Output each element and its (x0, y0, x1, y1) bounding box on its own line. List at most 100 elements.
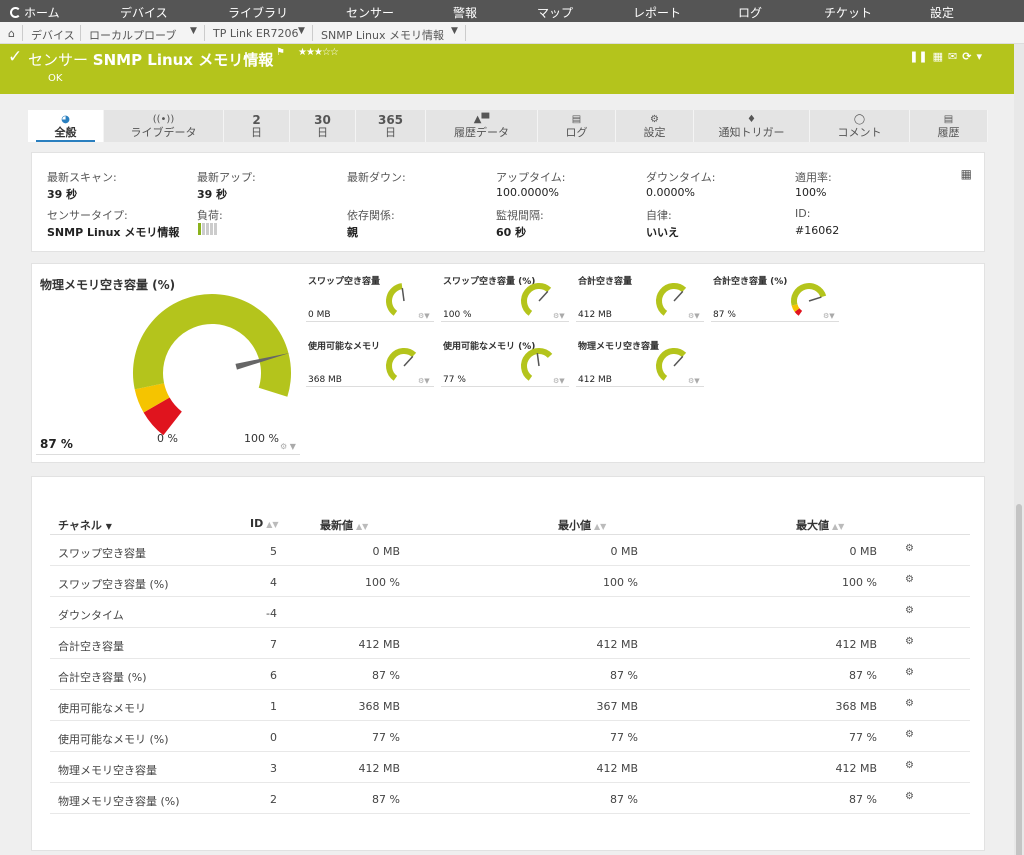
table-row[interactable]: 物理メモリ空き容量 (%) 2 87 % 87 % 87 % ⚙ (50, 783, 970, 814)
max-value: 368 MB (835, 700, 877, 713)
gauge-settings-icon[interactable]: ⚙ ▼ (280, 442, 296, 451)
col-channel[interactable]: チャネル ▼ (58, 517, 112, 533)
nav-alarms[interactable]: 警報 (453, 4, 477, 21)
tab-log[interactable]: ▤ ログ (538, 110, 616, 142)
coverage-label: 適用率: (795, 171, 832, 184)
channel-name[interactable]: 使用可能なメモリ (58, 700, 146, 716)
autonomous-label: 自律: (646, 209, 672, 222)
channel-name[interactable]: スワップ空き容量 (58, 545, 146, 561)
channel-name[interactable]: 合計空き容量 (58, 638, 124, 654)
chevron-down-icon[interactable]: ▾ (976, 50, 982, 63)
mini-gauge-value: 368 MB (308, 375, 342, 385)
last-value: 0 MB (372, 545, 400, 558)
channel-settings-icon[interactable]: ⚙ (905, 667, 914, 678)
tab-2-days[interactable]: 2 日 (224, 110, 290, 142)
channel-name[interactable]: ダウンタイム (58, 607, 124, 623)
priority-stars[interactable]: ★★★☆☆ (298, 47, 339, 58)
mini-gauge-dial (791, 283, 827, 316)
tab-notification-triggers[interactable]: ♦ 通知トリガー (694, 110, 810, 142)
breadcrumb-divider (465, 25, 466, 41)
mini-gauge[interactable]: 合計空き容量 (%) 87 % ⚙▼ (711, 274, 839, 322)
channel-settings-icon[interactable]: ⚙ (905, 605, 914, 616)
col-max[interactable]: 最大値 ▲▼ (796, 517, 844, 533)
breadcrumb: ⌂ デバイス ローカルプローブ ▼ TP Link ER7206 ▼ SNMP … (0, 22, 1024, 44)
table-row[interactable]: ダウンタイム -4 ⚙ (50, 597, 970, 628)
nav-devices[interactable]: デバイス (120, 4, 168, 21)
tab-historic-data[interactable]: ▲▀ 履歴データ (426, 110, 538, 142)
chevron-down-icon[interactable]: ▼ (298, 26, 305, 36)
export-icon[interactable]: ▦ (933, 50, 943, 63)
tab-365-days[interactable]: 365 日 (356, 110, 426, 142)
breadcrumb-probe[interactable]: ローカルプローブ (89, 27, 176, 43)
pause-icon[interactable]: ❚❚ (909, 50, 927, 63)
nav-reports[interactable]: レポート (633, 4, 681, 21)
chevron-down-icon[interactable]: ▼ (190, 26, 197, 36)
mini-gauge[interactable]: 使用可能なメモリ (%) 77 % ⚙▼ (441, 339, 569, 387)
channel-settings-icon[interactable]: ⚙ (905, 543, 914, 554)
max-value: 77 % (849, 731, 877, 744)
gauge-arc (656, 283, 687, 316)
tab-settings[interactable]: ⚙ 設定 (616, 110, 694, 142)
table-row[interactable]: 物理メモリ空き容量 3 412 MB 412 MB 412 MB ⚙ (50, 752, 970, 783)
breadcrumb-sensor[interactable]: SNMP Linux メモリ情報 (321, 27, 444, 43)
tab-live-data[interactable]: ((•)) ライブデータ (104, 110, 224, 142)
min-value: 87 % (610, 669, 638, 682)
home-icon[interactable]: ⌂ (8, 27, 15, 40)
sort-icon: ▲▼ (356, 522, 369, 531)
channel-settings-icon[interactable]: ⚙ (905, 791, 914, 802)
table-row[interactable]: スワップ空き容量 (%) 4 100 % 100 % 100 % ⚙ (50, 566, 970, 597)
tab-overview[interactable]: ◕ 全般 (28, 110, 104, 142)
col-id[interactable]: ID ▲▼ (250, 517, 279, 530)
table-row[interactable]: 合計空き容量 (%) 6 87 % 87 % 87 % ⚙ (50, 659, 970, 690)
channel-id: 7 (270, 638, 277, 651)
channel-settings-icon[interactable]: ⚙ (905, 729, 914, 740)
nav-library[interactable]: ライブラリ (228, 4, 288, 21)
table-row[interactable]: スワップ空き容量 5 0 MB 0 MB 0 MB ⚙ (50, 535, 970, 566)
mini-gauge[interactable]: 物理メモリ空き容量 412 MB ⚙▼ (576, 339, 704, 387)
gauge-arc (521, 283, 552, 316)
table-row[interactable]: 合計空き容量 7 412 MB 412 MB 412 MB ⚙ (50, 628, 970, 659)
downtime-value: 0.0000% (646, 186, 695, 199)
channel-settings-icon[interactable]: ⚙ (905, 698, 914, 709)
channel-name[interactable]: 使用可能なメモリ (%) (58, 731, 169, 747)
channel-settings-icon[interactable]: ⚙ (905, 760, 914, 771)
nav-setup[interactable]: 設定 (930, 4, 954, 21)
email-icon[interactable]: ✉ (948, 50, 957, 63)
col-last-value[interactable]: 最新値 ▲▼ (320, 517, 368, 533)
channel-name[interactable]: 物理メモリ空き容量 (%) (58, 793, 180, 809)
mini-gauge[interactable]: 合計空き容量 412 MB ⚙▼ (576, 274, 704, 322)
last-value: 412 MB (358, 638, 400, 651)
channel-id: 1 (270, 700, 277, 713)
mini-gauge[interactable]: 使用可能なメモリ 368 MB ⚙▼ (306, 339, 434, 387)
scrollbar-thumb[interactable] (1016, 504, 1022, 855)
channel-settings-icon[interactable]: ⚙ (905, 574, 914, 585)
gauge-arc (791, 283, 827, 306)
nav-sensors[interactable]: センサー (346, 4, 394, 21)
breadcrumb-device[interactable]: TP Link ER7206 (213, 27, 298, 40)
table-row[interactable]: 使用可能なメモリ (%) 0 77 % 77 % 77 % ⚙ (50, 721, 970, 752)
load-bar-segment (210, 223, 213, 235)
mini-gauge[interactable]: スワップ空き容量 0 MB ⚙▼ (306, 274, 434, 322)
chevron-down-icon[interactable]: ▼ (451, 26, 458, 36)
nav-home[interactable]: ホーム (10, 4, 60, 21)
tab-30-days[interactable]: 30 日 (290, 110, 356, 142)
flag-icon[interactable]: ⚑ (276, 47, 285, 58)
refresh-icon[interactable]: ⟳ (962, 50, 971, 63)
tab-history[interactable]: ▤ 履歴 (910, 110, 988, 142)
breadcrumb-devices[interactable]: デバイス (31, 27, 75, 43)
nav-tickets[interactable]: チケット (824, 4, 872, 21)
dependency-value[interactable]: 親 (347, 224, 358, 240)
table-row[interactable]: 使用可能なメモリ 1 368 MB 367 MB 368 MB ⚙ (50, 690, 970, 721)
col-min[interactable]: 最小値 ▲▼ (558, 517, 606, 533)
mini-gauge[interactable]: スワップ空き容量 (%) 100 % ⚙▼ (441, 274, 569, 322)
channel-name[interactable]: 合計空き容量 (%) (58, 669, 147, 685)
page-scrollbar[interactable] (1014, 44, 1024, 855)
channel-settings-icon[interactable]: ⚙ (905, 636, 914, 647)
channel-name[interactable]: スワップ空き容量 (%) (58, 576, 169, 592)
tab-comments[interactable]: ◯ コメント (810, 110, 910, 142)
channel-name[interactable]: 物理メモリ空き容量 (58, 762, 157, 778)
nav-maps[interactable]: マップ (537, 4, 573, 21)
qr-code-icon[interactable]: ▦ (961, 167, 972, 181)
nav-logs[interactable]: ログ (738, 4, 762, 21)
top-nav: ホーム デバイス ライブラリ センサー 警報 マップ レポート ログ チケット … (0, 0, 1024, 22)
